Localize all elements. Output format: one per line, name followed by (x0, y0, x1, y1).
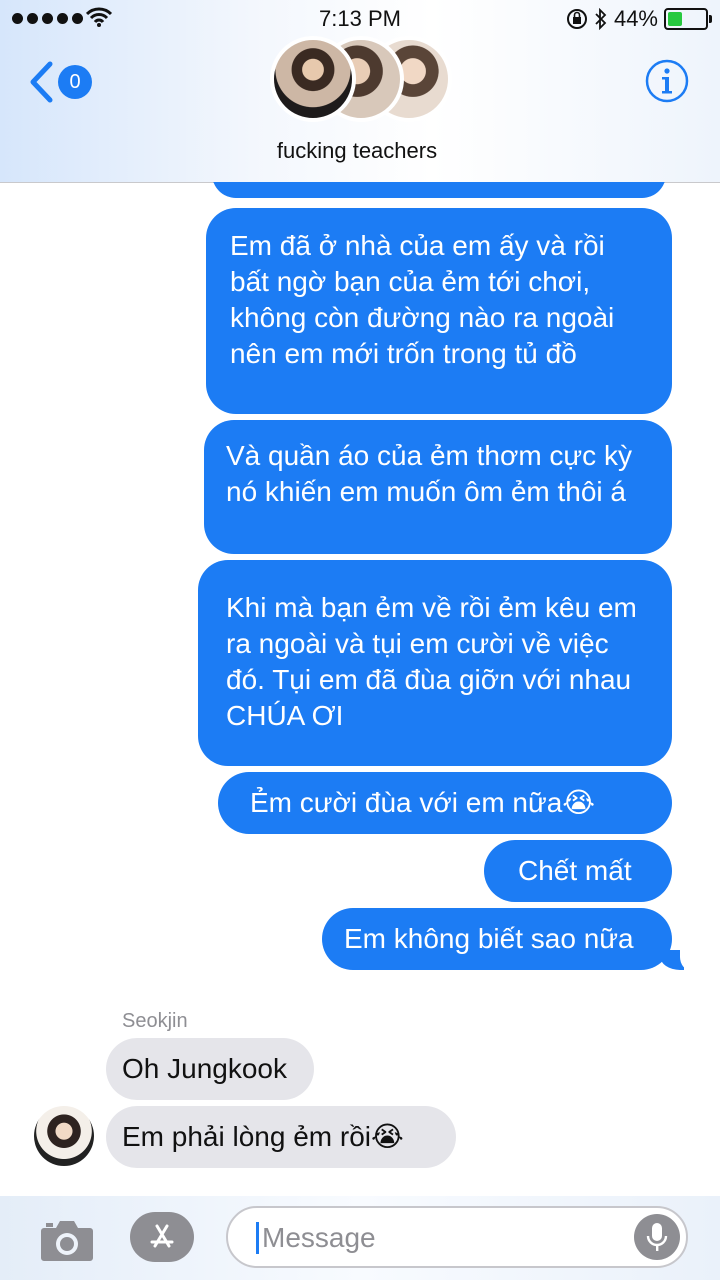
battery-icon (664, 8, 712, 30)
message-bubble-sent[interactable]: Em không biết sao nữa (322, 908, 694, 971)
message-bubble-sent[interactable]: Chết mất (484, 840, 672, 902)
unread-count-badge: 0 (58, 65, 92, 99)
app-store-button[interactable] (130, 1212, 194, 1262)
compose-bar: Message (0, 1196, 720, 1280)
message-bubble-received[interactable]: Em phải lòng ẻm rồi😭 (106, 1106, 456, 1168)
message-text: Em đã ở nhà của em ấy và rồi bất ngờ bạn… (230, 230, 615, 369)
text-cursor (256, 1222, 259, 1254)
group-name[interactable]: fucking teachers (0, 138, 714, 164)
microphone-button[interactable] (634, 1214, 680, 1260)
microphone-icon (646, 1223, 668, 1251)
message-text: Chết mất (518, 855, 632, 886)
bluetooth-icon (595, 8, 607, 30)
message-bubble-sent[interactable]: Và quần áo của ẻm thơm cực kỳ nó khiến e… (204, 420, 672, 554)
message-bubble-sent[interactable]: Khi mà bạn ẻm về rồi ẻm kêu em ra ngoài … (198, 560, 672, 766)
avatar[interactable] (34, 1106, 94, 1166)
message-text: Em không biết sao nữa (344, 923, 634, 954)
status-bar: 7:13 PM 44% (0, 0, 720, 36)
message-placeholder: Message (262, 1222, 376, 1253)
info-icon[interactable] (644, 58, 690, 104)
sender-name: Seokjin (122, 1010, 188, 1032)
message-input[interactable]: Message (226, 1206, 688, 1268)
back-button[interactable]: 0 (28, 60, 92, 104)
message-bubble-sent[interactable]: Em đã ở nhà của em ấy và rồi bất ngờ bạn… (206, 208, 672, 414)
message-bubble-received[interactable]: Oh Jungkook (106, 1038, 314, 1100)
group-avatars[interactable] (270, 36, 452, 122)
message-text: Ẻm cười đùa với em nữa😭 (250, 787, 596, 818)
orientation-lock-icon (566, 9, 587, 29)
message-bubble-sent[interactable] (212, 182, 666, 198)
camera-icon[interactable] (40, 1218, 94, 1262)
message-text: Và quần áo của ẻm thơm cực kỳ nó khiến e… (226, 440, 632, 507)
message-text: Khi mà bạn ẻm về rồi ẻm kêu em ra ngoài … (226, 592, 637, 731)
message-bubble-sent[interactable]: Ẻm cười đùa với em nữa😭 (218, 772, 672, 834)
message-text: Em phải lòng ẻm rồi😭 (122, 1121, 404, 1152)
message-text: Oh Jungkook (122, 1053, 287, 1084)
avatar (270, 36, 356, 122)
battery-percent: 44% (613, 6, 658, 31)
message-list[interactable]: Em đã ở nhà của em ấy và rồi bất ngờ bạn… (0, 182, 720, 1196)
back-chevron-icon (30, 61, 53, 103)
app-store-icon (150, 1224, 174, 1248)
conversation-header: 7:13 PM 44% 0 fucking teachers (0, 0, 720, 183)
